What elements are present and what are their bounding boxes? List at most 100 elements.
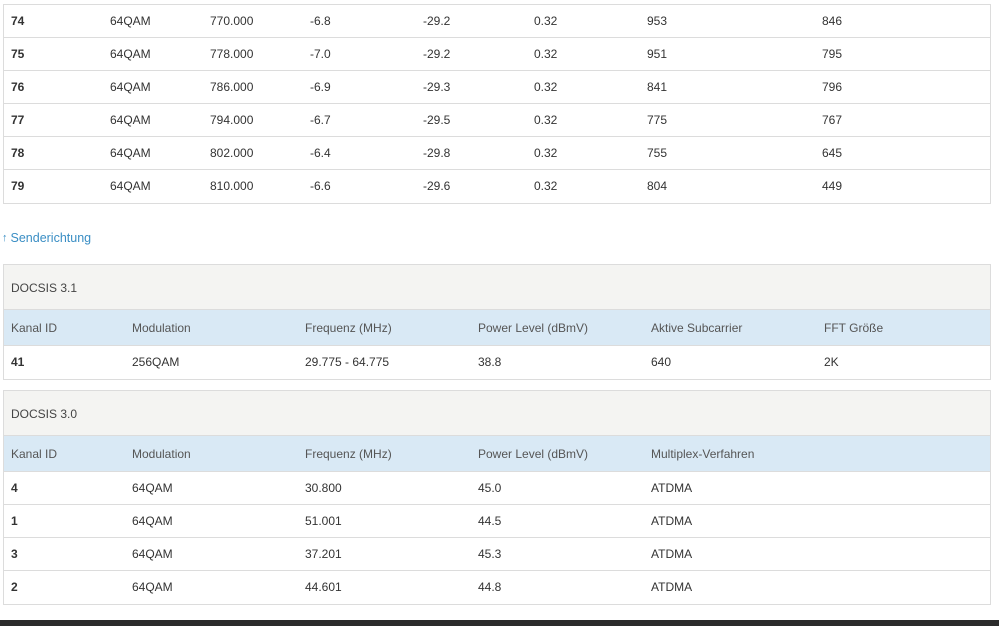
table-row: 76 64QAM 786.000 -6.9 -29.3 0.32 841 796 <box>4 71 990 104</box>
upstream-link-label: Senderichtung <box>10 231 92 245</box>
panel-title-text: DOCSIS 3.1 <box>11 281 78 295</box>
latency: 0.32 <box>534 80 558 94</box>
modulation: 64QAM <box>110 80 151 94</box>
table-row: 2 64QAM 44.601 44.8 ATDMA <box>4 571 990 604</box>
header-channel-id: Kanal ID <box>11 321 58 335</box>
latency: 0.32 <box>534 179 558 193</box>
header-power-level: Power Level (dBmV) <box>478 321 589 335</box>
frequency: 44.601 <box>305 580 342 594</box>
table-row: 1 64QAM 51.001 44.5 ATDMA <box>4 505 990 538</box>
frequency: 778.000 <box>210 47 254 61</box>
mer: -29.8 <box>423 146 451 160</box>
docsis30-panel: DOCSIS 3.0 Kanal ID Modulation Frequenz … <box>3 390 991 605</box>
panel-title-text: DOCSIS 3.0 <box>11 407 78 421</box>
uncorrectable-errors: 795 <box>822 47 843 61</box>
downstream-table: 74 64QAM 770.000 -6.8 -29.2 0.32 953 846… <box>3 4 991 204</box>
channel-id: 76 <box>11 80 25 94</box>
docsis31-panel: DOCSIS 3.1 Kanal ID Modulation Frequenz … <box>3 264 991 380</box>
frequency: 810.000 <box>210 179 254 193</box>
multiplex: ATDMA <box>651 580 693 594</box>
power-level: -6.7 <box>310 113 331 127</box>
header-multiplex: Multiplex-Verfahren <box>651 447 755 461</box>
frequency: 37.201 <box>305 547 342 561</box>
mer: -29.5 <box>423 113 451 127</box>
channel-id: 1 <box>11 514 18 528</box>
arrow-up-icon: ↑ <box>2 232 8 244</box>
table-row: 78 64QAM 802.000 -6.4 -29.8 0.32 755 645 <box>4 137 990 170</box>
channel-id: 4 <box>11 481 18 495</box>
header-fft-size: FFT Größe <box>824 321 884 335</box>
modulation: 64QAM <box>132 514 173 528</box>
latency: 0.32 <box>534 47 558 61</box>
modulation: 256QAM <box>132 355 180 369</box>
header-frequency: Frequenz (MHz) <box>305 447 392 461</box>
channel-id: 79 <box>11 179 25 193</box>
channel-info-page: 74 64QAM 770.000 -6.8 -29.2 0.32 953 846… <box>0 0 999 626</box>
table-row: 41 256QAM 29.775 - 64.775 38.8 640 2K <box>4 346 990 379</box>
correctable-errors: 953 <box>647 14 668 28</box>
multiplex: ATDMA <box>651 481 693 495</box>
modulation: 64QAM <box>110 146 151 160</box>
panel-title: DOCSIS 3.0 <box>4 391 990 436</box>
frequency: 794.000 <box>210 113 254 127</box>
power-level: 45.0 <box>478 481 502 495</box>
correctable-errors: 775 <box>647 113 668 127</box>
frequency: 770.000 <box>210 14 254 28</box>
header-frequency: Frequenz (MHz) <box>305 321 392 335</box>
correctable-errors: 841 <box>647 80 668 94</box>
power-level: -7.0 <box>310 47 331 61</box>
modulation: 64QAM <box>110 179 151 193</box>
active-subcarrier: 640 <box>651 355 672 369</box>
power-level: -6.6 <box>310 179 331 193</box>
upstream-link[interactable]: ↑ Senderichtung <box>2 231 91 245</box>
modulation: 64QAM <box>132 547 173 561</box>
table-row: 77 64QAM 794.000 -6.7 -29.5 0.32 775 767 <box>4 104 990 137</box>
frequency: 786.000 <box>210 80 254 94</box>
frequency: 29.775 - 64.775 <box>305 355 390 369</box>
power-level: -6.8 <box>310 14 331 28</box>
frequency: 30.800 <box>305 481 342 495</box>
table-row: 4 64QAM 30.800 45.0 ATDMA <box>4 472 990 505</box>
table-row: 74 64QAM 770.000 -6.8 -29.2 0.32 953 846 <box>4 5 990 38</box>
frequency: 802.000 <box>210 146 254 160</box>
power-level: 38.8 <box>478 355 502 369</box>
channel-id: 3 <box>11 547 18 561</box>
correctable-errors: 804 <box>647 179 668 193</box>
channel-id: 77 <box>11 113 25 127</box>
multiplex: ATDMA <box>651 514 693 528</box>
fft-size: 2K <box>824 355 839 369</box>
table-row: 75 64QAM 778.000 -7.0 -29.2 0.32 951 795 <box>4 38 990 71</box>
power-level: 45.3 <box>478 547 502 561</box>
mer: -29.3 <box>423 80 451 94</box>
table-row: 79 64QAM 810.000 -6.6 -29.6 0.32 804 449 <box>4 170 990 203</box>
mer: -29.2 <box>423 14 451 28</box>
latency: 0.32 <box>534 14 558 28</box>
latency: 0.32 <box>534 113 558 127</box>
channel-id: 75 <box>11 47 25 61</box>
channel-id: 74 <box>11 14 25 28</box>
uncorrectable-errors: 846 <box>822 14 843 28</box>
header-channel-id: Kanal ID <box>11 447 58 461</box>
modulation: 64QAM <box>110 14 151 28</box>
power-level: 44.5 <box>478 514 502 528</box>
correctable-errors: 755 <box>647 146 668 160</box>
frequency: 51.001 <box>305 514 342 528</box>
power-level: 44.8 <box>478 580 502 594</box>
power-level: -6.4 <box>310 146 331 160</box>
header-modulation: Modulation <box>132 447 191 461</box>
channel-id: 41 <box>11 355 25 369</box>
correctable-errors: 951 <box>647 47 668 61</box>
uncorrectable-errors: 796 <box>822 80 843 94</box>
channel-id: 78 <box>11 146 25 160</box>
panel-title: DOCSIS 3.1 <box>4 265 990 310</box>
uncorrectable-errors: 767 <box>822 113 843 127</box>
table-row: 3 64QAM 37.201 45.3 ATDMA <box>4 538 990 571</box>
bottom-bar <box>0 620 999 626</box>
channel-id: 2 <box>11 580 18 594</box>
uncorrectable-errors: 449 <box>822 179 843 193</box>
modulation: 64QAM <box>110 113 151 127</box>
header-power-level: Power Level (dBmV) <box>478 447 589 461</box>
header-modulation: Modulation <box>132 321 191 335</box>
latency: 0.32 <box>534 146 558 160</box>
mer: -29.6 <box>423 179 451 193</box>
